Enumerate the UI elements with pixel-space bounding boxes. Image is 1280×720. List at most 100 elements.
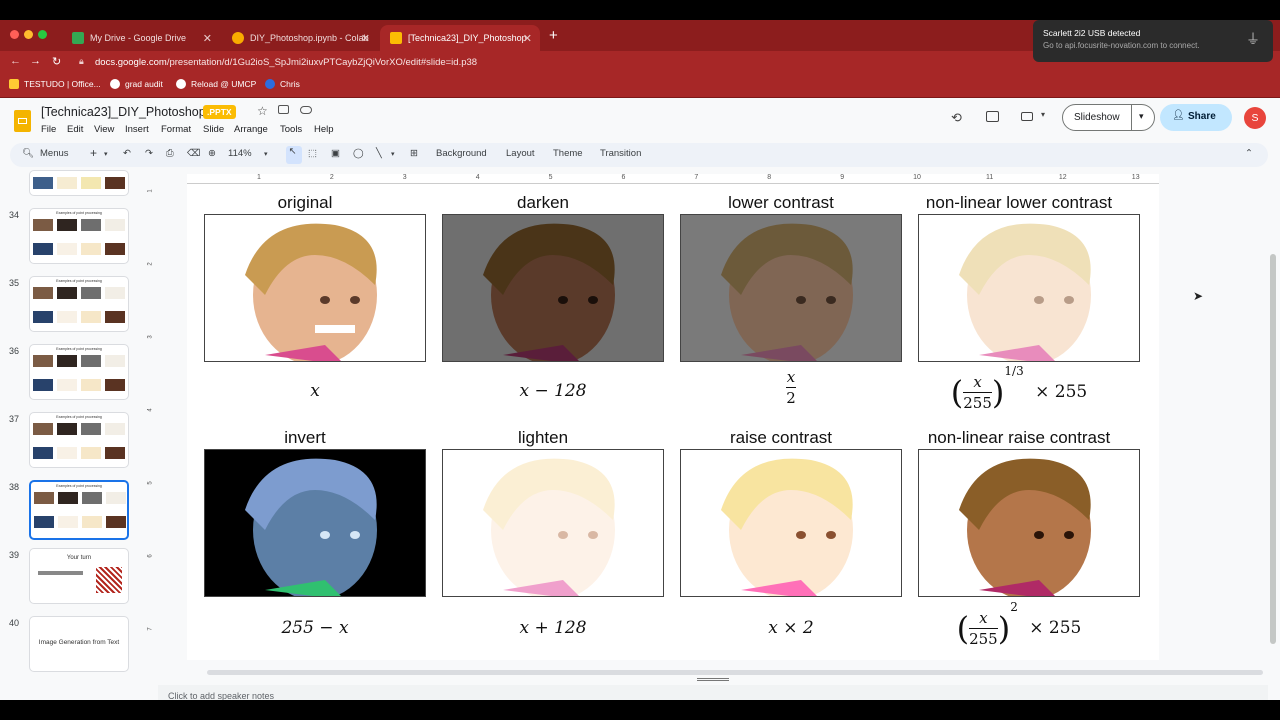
layout-button[interactable]: Layout [506, 148, 535, 159]
chevron-down-icon[interactable]: ▾ [1139, 111, 1144, 122]
share-button[interactable]: 👤︎ Share [1160, 104, 1232, 131]
comments-icon[interactable] [986, 111, 999, 122]
child-photo [483, 223, 615, 361]
bookmark-reload-umcp[interactable]: Reload @ UMCP [176, 79, 256, 89]
thumb-image [105, 177, 125, 189]
slide-canvas[interactable]: original darken lower contrast non-linea… [187, 184, 1159, 660]
speaker-notes[interactable]: Click to add speaker notes [158, 685, 1268, 701]
slideshow-button[interactable]: Slideshow ▾ [1062, 104, 1155, 131]
line-icon[interactable]: ╲ [376, 148, 382, 159]
shape-icon[interactable]: ◯ [353, 148, 364, 159]
slide-thumbnail[interactable]: Image Generation from Text [29, 616, 129, 672]
print-icon[interactable]: ⎙ [166, 148, 174, 159]
slide-number: 36 [9, 346, 20, 356]
image-icon[interactable]: ▣ [331, 148, 340, 159]
close-window-icon[interactable] [10, 30, 19, 39]
search-menus[interactable]: Menus [40, 148, 69, 159]
zoom-icon[interactable]: ⊕ [208, 148, 216, 159]
menu-slide[interactable]: Slide [203, 124, 224, 135]
background-button[interactable]: Background [436, 148, 487, 159]
reload-icon[interactable]: ↻ [52, 55, 61, 68]
thumb-image [81, 219, 101, 231]
thumb-image [33, 447, 53, 459]
tab-google-drive[interactable]: My Drive - Google Drive ✕ [62, 25, 220, 51]
meet-icon[interactable] [1021, 112, 1033, 121]
pptx-badge[interactable]: .PPTX [203, 105, 236, 119]
chevron-down-icon[interactable]: ▾ [391, 150, 395, 158]
os-bottom-bar [0, 700, 1280, 720]
formula-lower-contrast: x2 [671, 368, 911, 407]
thumb-image [105, 243, 125, 255]
menu-help[interactable]: Help [314, 124, 334, 135]
close-icon[interactable]: ✕ [361, 32, 370, 45]
transition-button[interactable]: Transition [600, 148, 641, 159]
menu-tools[interactable]: Tools [280, 124, 302, 135]
slide-thumbnail[interactable]: Examples of point processing [29, 276, 129, 332]
slides-logo-icon [14, 110, 31, 132]
undo-icon[interactable]: ↶ [123, 148, 131, 159]
menu-arrange[interactable]: Arrange [234, 124, 268, 135]
slide-thumbnail[interactable]: Examples of point processing [29, 208, 129, 264]
history-icon[interactable]: ⟲ [951, 110, 962, 126]
zoom-level[interactable]: 114% [228, 148, 252, 159]
slide-thumbnail[interactable]: Examples of point processing [29, 480, 129, 540]
move-folder-icon[interactable] [278, 105, 289, 114]
bookmark-grad-audit[interactable]: grad audit [110, 79, 163, 89]
collapse-toolbar-icon[interactable]: ⌃ [1245, 148, 1253, 159]
new-tab-button[interactable]: + [549, 27, 558, 44]
maximize-window-icon[interactable] [38, 30, 47, 39]
menu-format[interactable]: Format [161, 124, 191, 135]
chevron-down-icon[interactable]: ▾ [104, 150, 108, 158]
colab-icon [232, 32, 244, 44]
child-photo [721, 223, 853, 361]
close-icon[interactable]: ✕ [203, 32, 212, 45]
paint-format-icon[interactable]: ⌫ [187, 148, 200, 159]
thumb-image [105, 447, 125, 459]
vertical-ruler: 1 2 3 4 5 6 7 [147, 184, 157, 660]
tab-colab[interactable]: DIY_Photoshop.ipynb - Colab ✕ [222, 25, 378, 51]
chevron-down-icon[interactable]: ▾ [264, 150, 268, 158]
document-title[interactable]: [Technica23]_DIY_Photoshop [41, 105, 206, 119]
back-icon[interactable]: ← [10, 55, 21, 67]
thumb-image [57, 379, 77, 391]
thumb-image [33, 379, 53, 391]
slide-thumbnail[interactable] [29, 170, 129, 196]
forward-icon[interactable]: → [30, 55, 41, 67]
close-icon[interactable]: ✕ [523, 32, 532, 45]
vertical-scrollbar[interactable] [1270, 254, 1276, 644]
menu-view[interactable]: View [94, 124, 114, 135]
slide-thumbnail[interactable]: Examples of point processing [29, 344, 129, 400]
menu-edit[interactable]: Edit [67, 124, 83, 135]
thumbnail-title: Image Generation from Text [38, 639, 120, 646]
tab-label: My Drive - Google Drive [90, 33, 187, 43]
comment-add-icon[interactable]: ⊞ [410, 148, 418, 159]
menu-insert[interactable]: Insert [125, 124, 149, 135]
select-frame-icon[interactable]: ⬚ [308, 148, 317, 159]
slide-thumbnail[interactable]: Your turn [29, 548, 129, 604]
notes-resize-handle[interactable] [697, 678, 729, 681]
caption-darken: darken [517, 193, 569, 212]
search-icon[interactable]: 🔍︎ [22, 148, 34, 159]
tab-slides[interactable]: [Technica23]_DIY_Photoshop ✕ [380, 25, 540, 51]
theme-button[interactable]: Theme [553, 148, 583, 159]
ruler-tick-label: 1 [147, 189, 154, 193]
url-field[interactable]: docs.google.com/presentation/d/1Gu2ioS_S… [95, 54, 477, 71]
avatar[interactable]: S [1244, 107, 1266, 129]
url-domain: docs.google.com [95, 57, 167, 68]
menu-file[interactable]: File [41, 124, 56, 135]
usb-notification[interactable]: Scarlett 2i2 USB detected Go to api.focu… [1033, 20, 1273, 62]
formula-lighten: x + 128 [519, 618, 587, 638]
select-cursor-icon[interactable]: ↖ [286, 146, 302, 164]
cloud-status-icon[interactable] [300, 106, 312, 114]
horizontal-scrollbar[interactable] [207, 670, 1263, 675]
redo-icon[interactable]: ↷ [145, 148, 153, 159]
chevron-down-icon[interactable]: ▾ [1041, 110, 1045, 119]
bookmark-chris[interactable]: Chris [265, 79, 300, 89]
lock-icon[interactable]: 🔒︎ [79, 56, 84, 67]
star-icon[interactable]: ☆ [257, 104, 268, 118]
bookmark-testudo[interactable]: TESTUDO | Office... [9, 79, 101, 89]
minimize-window-icon[interactable] [24, 30, 33, 39]
slide-thumbnail[interactable]: Examples of point processing [29, 412, 129, 468]
formula-raise-contrast: x × 2 [768, 618, 814, 638]
new-slide-icon[interactable]: + [90, 146, 97, 160]
